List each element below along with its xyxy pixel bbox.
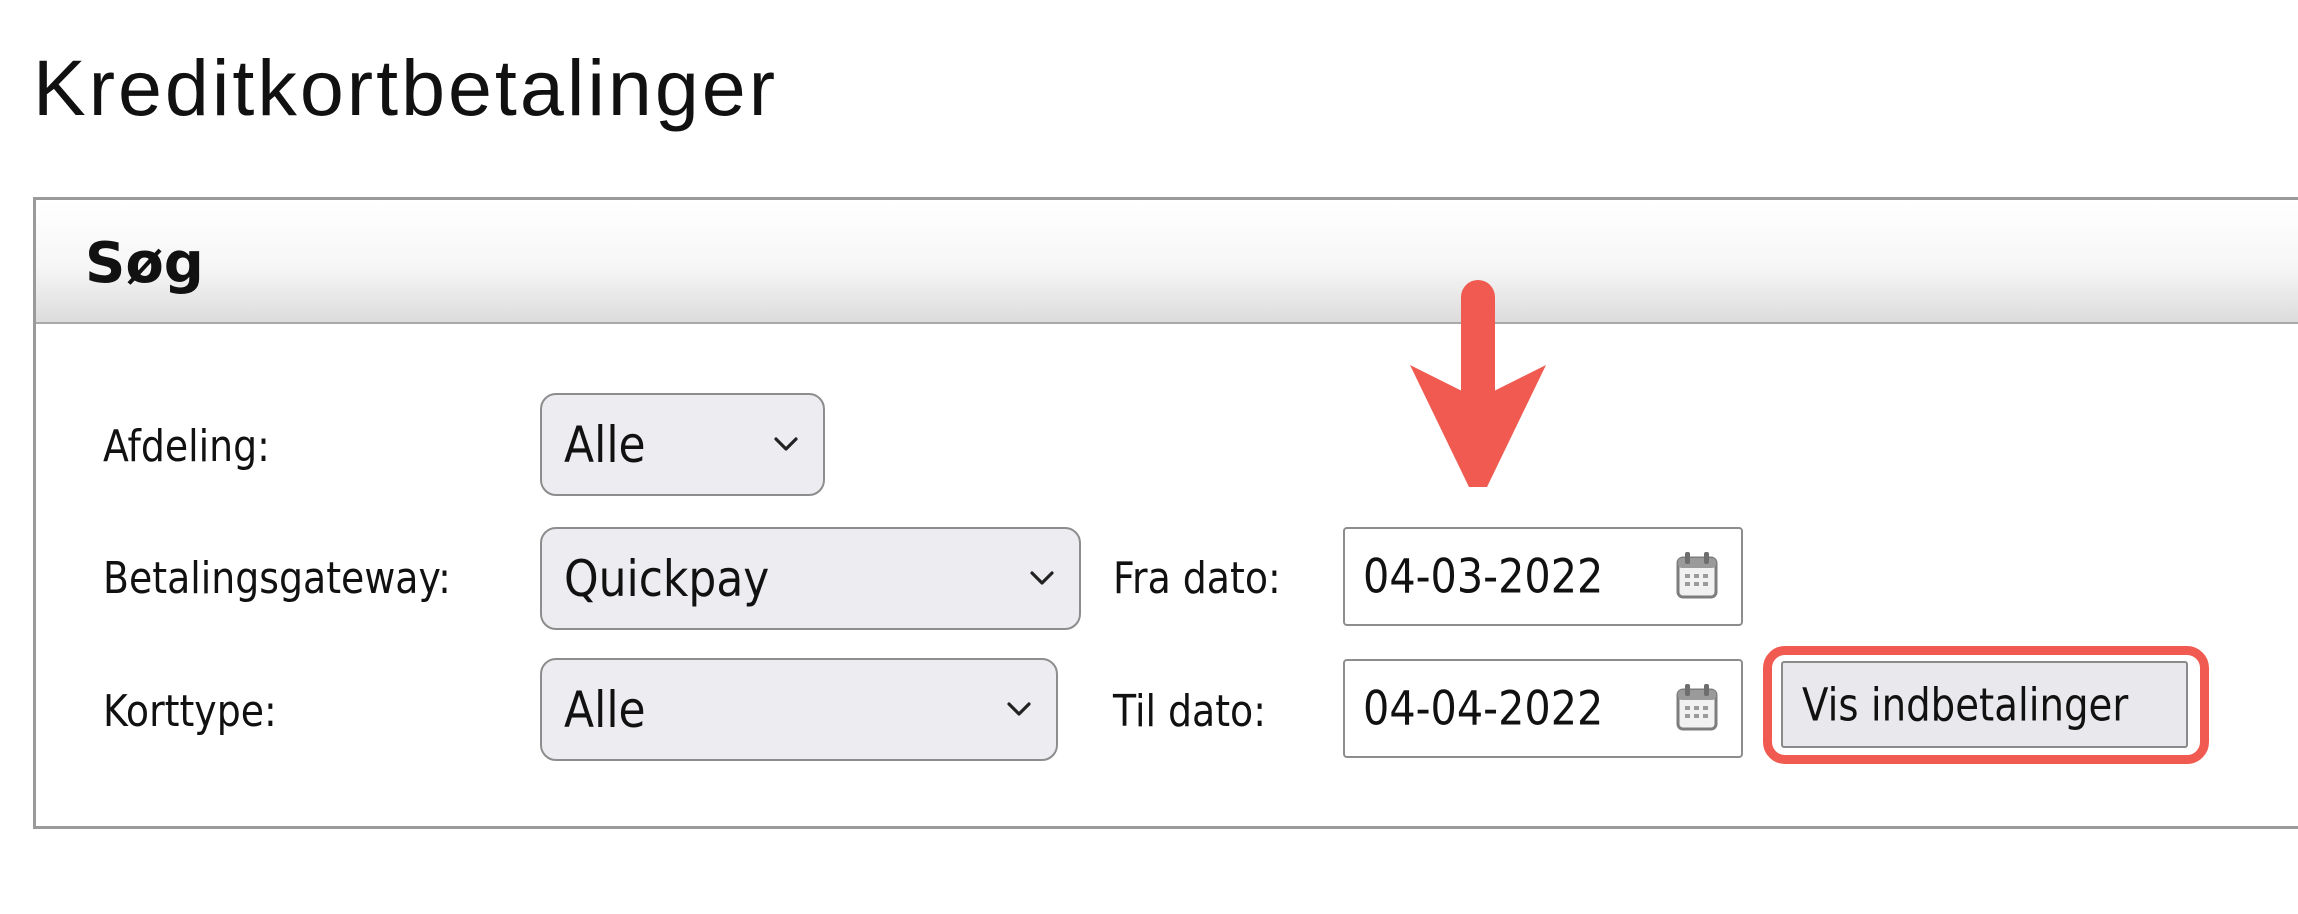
chevron-down-icon: [774, 436, 798, 451]
betalingsgateway-select-value: Quickpay: [564, 549, 770, 608]
fra-dato-field[interactable]: 04-03-2022: [1343, 527, 1743, 626]
page-title: Kreditkortbetalinger: [33, 43, 779, 132]
calendar-icon[interactable]: [1675, 682, 1719, 732]
fra-dato-label: Fra dato:: [1113, 553, 1281, 604]
fra-dato-value: 04-03-2022: [1363, 549, 1604, 604]
til-dato-label: Til dato:: [1113, 686, 1266, 737]
vis-indbetalinger-button[interactable]: Vis indbetalinger: [1781, 661, 2188, 748]
chevron-down-icon: [1030, 570, 1054, 585]
annotation-arrow-icon: [1410, 280, 1546, 487]
vis-indbetalinger-button-label: Vis indbetalinger: [1802, 678, 2129, 731]
betalingsgateway-label: Betalingsgateway:: [103, 553, 451, 604]
korttype-select-value: Alle: [564, 680, 646, 739]
chevron-down-icon: [1007, 701, 1031, 716]
calendar-icon[interactable]: [1675, 550, 1719, 600]
search-panel-header: Søg: [36, 200, 2298, 324]
korttype-label: Korttype:: [103, 686, 277, 737]
afdeling-select[interactable]: Alle: [540, 393, 825, 496]
afdeling-select-value: Alle: [564, 415, 646, 474]
afdeling-label: Afdeling:: [103, 421, 270, 472]
til-dato-field[interactable]: 04-04-2022: [1343, 659, 1743, 758]
korttype-select[interactable]: Alle: [540, 658, 1058, 761]
til-dato-value: 04-04-2022: [1363, 681, 1604, 736]
search-panel-title: Søg: [85, 231, 204, 296]
betalingsgateway-select[interactable]: Quickpay: [540, 527, 1081, 630]
